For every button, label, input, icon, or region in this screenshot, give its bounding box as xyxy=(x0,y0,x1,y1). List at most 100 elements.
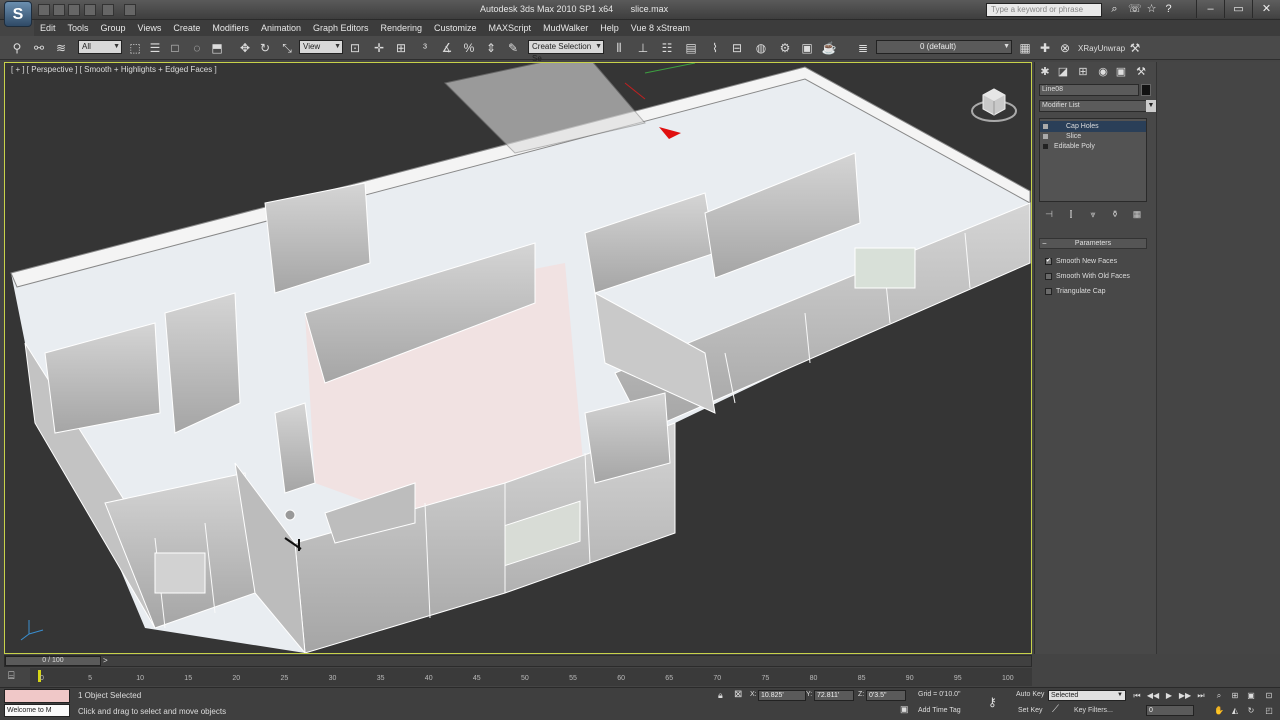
menu-group[interactable]: Group xyxy=(95,23,132,33)
x-coordinate-field[interactable]: 10.825' xyxy=(758,690,806,701)
layer-dropdown[interactable]: 0 (default) ▼ xyxy=(876,40,1012,54)
make-unique-icon[interactable]: ⩔ xyxy=(1087,208,1099,220)
next-frame-icon[interactable]: ▶▶ xyxy=(1178,690,1192,702)
auto-key-button[interactable]: Auto Key xyxy=(1016,691,1044,698)
project-folder-icon[interactable] xyxy=(124,4,136,16)
previous-frame-icon[interactable]: ◀◀ xyxy=(1146,690,1160,702)
material-editor-icon[interactable]: ◍ xyxy=(752,39,770,57)
mirror-icon[interactable]: ⫴ xyxy=(610,39,628,57)
perspective-viewport[interactable]: [ + ] [ Perspective ] [ Smooth + Highlig… xyxy=(4,62,1032,654)
hierarchy-tab-icon[interactable]: ⊞ xyxy=(1075,65,1091,79)
menu-modifiers[interactable]: Modifiers xyxy=(206,23,255,33)
select-and-link-icon[interactable]: ⚲ xyxy=(8,39,26,57)
y-coordinate-field[interactable]: 72.811' xyxy=(814,690,854,701)
named-selection-dropdown[interactable]: Create Selection Se ▼ xyxy=(528,40,604,63)
render-setup-icon[interactable]: ⚙ xyxy=(776,39,794,57)
stack-item-editable-poly[interactable]: Editable Poly xyxy=(1040,141,1146,152)
crossing-icon[interactable]: ⬒ xyxy=(208,39,226,57)
time-tag-icon[interactable]: ▣ xyxy=(900,704,909,715)
layer-manager-icon[interactable]: ☷ xyxy=(658,39,676,57)
select-and-rotate-icon[interactable]: ↻ xyxy=(256,39,274,57)
selection-filter-dropdown[interactable]: All ▼ xyxy=(78,40,122,54)
modifier-list-dropdown[interactable]: Modifier List ▼ xyxy=(1039,100,1156,112)
expand-icon[interactable] xyxy=(1043,144,1048,149)
menu-create[interactable]: Create xyxy=(167,23,206,33)
menu-vue-xstream[interactable]: Vue 8 xStream xyxy=(625,23,696,33)
pan-icon[interactable]: ✋ xyxy=(1212,705,1226,717)
layers-icon[interactable]: ≣ xyxy=(854,39,872,57)
render-production-icon[interactable]: ☕ xyxy=(820,39,838,57)
application-button[interactable]: S xyxy=(4,1,32,27)
help-icon[interactable]: ? xyxy=(1162,3,1175,16)
add-time-tag[interactable]: Add Time Tag xyxy=(918,707,961,714)
viewcube-icon[interactable] xyxy=(969,83,1019,125)
edit-named-selection-icon[interactable]: ✎ xyxy=(504,39,522,57)
maximize-toggle-icon[interactable]: ◰ xyxy=(1262,705,1276,717)
checkbox-unchecked[interactable] xyxy=(1045,272,1052,280)
undo-icon[interactable] xyxy=(84,4,96,16)
close-button[interactable]: ✕ xyxy=(1252,0,1280,18)
maximize-viewport-icon[interactable]: ⊡ xyxy=(1262,690,1276,702)
menu-help[interactable]: Help xyxy=(594,23,625,33)
lightbulb-icon[interactable] xyxy=(1043,134,1048,139)
set-key-icon[interactable]: ⟋ xyxy=(1052,704,1059,715)
configure-modifier-sets-icon[interactable]: ▦ xyxy=(1131,208,1143,220)
open-file-icon[interactable] xyxy=(53,4,65,16)
menu-mudwalker[interactable]: MudWalker xyxy=(537,23,594,33)
percent-snap-icon[interactable]: % xyxy=(460,39,478,57)
triangulate-cap-checkbox[interactable]: Triangulate Cap xyxy=(1045,286,1106,296)
zoom-all-icon[interactable]: ⊞ xyxy=(1228,690,1242,702)
bind-space-warp-icon[interactable]: ≋ xyxy=(52,39,70,57)
menu-animation[interactable]: Animation xyxy=(255,23,307,33)
absolute-mode-icon[interactable]: ⊠ xyxy=(734,689,742,700)
viewport-label[interactable]: [ + ] [ Perspective ] [ Smooth + Highlig… xyxy=(11,65,217,74)
orbit-icon[interactable]: ↻ xyxy=(1244,705,1258,717)
add-to-layer-icon[interactable]: ✚ xyxy=(1036,39,1054,57)
maxscript-listener[interactable]: Welcome to M xyxy=(4,704,70,717)
align-icon[interactable]: ⊥ xyxy=(634,39,652,57)
go-to-end-icon[interactable]: ⏭ xyxy=(1194,690,1208,702)
utilities-tab-icon[interactable]: ⚒ xyxy=(1133,65,1149,79)
schematic-view-icon[interactable]: ⊟ xyxy=(728,39,746,57)
object-color-swatch[interactable] xyxy=(1141,84,1151,96)
track-bar[interactable]: 0 5 10 15 20 25 30 35 40 45 50 55 60 65 70 75 80 85 90 95 10… xyxy=(30,668,1032,686)
modify-tab-icon[interactable]: ◪ xyxy=(1055,65,1071,79)
binoculars-icon[interactable]: ⌕ xyxy=(1108,3,1121,16)
time-slider-thumb[interactable]: 0 / 100 xyxy=(5,656,101,666)
menu-views[interactable]: Views xyxy=(132,23,168,33)
snaps-toggle-icon[interactable]: ³ xyxy=(416,39,434,57)
menu-graph-editors[interactable]: Graph Editors xyxy=(307,23,375,33)
show-end-result-icon[interactable]: ⫿ xyxy=(1065,208,1077,220)
redo-icon[interactable] xyxy=(102,4,114,16)
lock-selection-icon[interactable]: 🔒︎ xyxy=(718,690,723,701)
zoom-extents-icon[interactable]: ▣ xyxy=(1244,690,1258,702)
menu-rendering[interactable]: Rendering xyxy=(375,23,429,33)
menu-customize[interactable]: Customize xyxy=(428,23,483,33)
mini-curve-editor-icon[interactable]: ⌸ xyxy=(8,670,26,684)
pivot-center-icon[interactable]: ⊡ xyxy=(346,39,364,57)
smooth-with-old-faces-checkbox[interactable]: Smooth With Old Faces xyxy=(1045,271,1130,281)
angle-snap-icon[interactable]: ∡ xyxy=(438,39,456,57)
graphite-ribbon-icon[interactable]: ▤ xyxy=(682,39,700,57)
spinner-snap-icon[interactable]: ⇕ xyxy=(482,39,500,57)
favorites-star-icon[interactable]: ☆ xyxy=(1145,3,1158,16)
pin-stack-icon[interactable]: ⊣ xyxy=(1043,208,1055,220)
auto-key-mode-dropdown[interactable]: Selected ▼ xyxy=(1048,690,1126,701)
display-tab-icon[interactable]: ▣ xyxy=(1113,65,1129,79)
maximize-button[interactable]: ▭ xyxy=(1224,0,1252,18)
curve-editor-icon[interactable]: ⌇ xyxy=(706,39,724,57)
maxscript-listener-pink[interactable] xyxy=(4,689,70,703)
rect-selection-icon[interactable]: □ xyxy=(166,39,184,57)
rendered-frame-window-icon[interactable]: ▣ xyxy=(798,39,816,57)
smooth-new-faces-checkbox[interactable]: ✔ Smooth New Faces xyxy=(1045,256,1117,266)
motion-tab-icon[interactable]: ◉ xyxy=(1095,65,1111,79)
time-slider[interactable]: 0 / 100 > xyxy=(4,655,1032,667)
menu-maxscript[interactable]: MAXScript xyxy=(483,23,538,33)
key-icon[interactable]: ⚷ xyxy=(988,695,997,709)
time-slider-arrow-icon[interactable]: > xyxy=(103,656,108,665)
communication-center-icon[interactable]: ☏ xyxy=(1128,3,1142,16)
z-coordinate-field[interactable]: 0'3.5" xyxy=(866,690,906,701)
key-filters-button[interactable]: Key Filters... xyxy=(1074,707,1113,714)
xray-unwrap-label[interactable]: XRayUnwrap xyxy=(1078,44,1125,53)
play-icon[interactable]: ▶ xyxy=(1162,690,1176,702)
